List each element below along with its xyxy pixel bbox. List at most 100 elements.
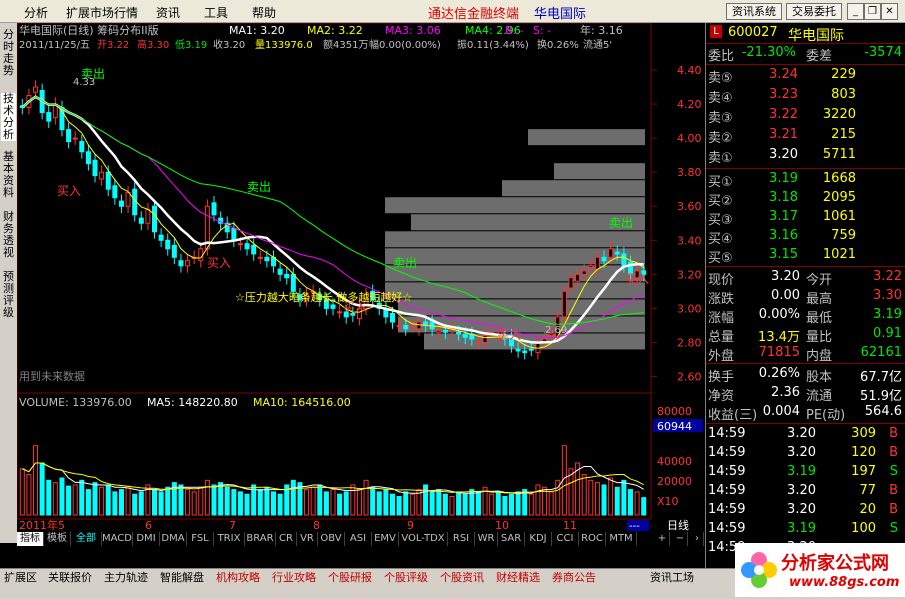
- year-label: 年: 3.16: [580, 23, 623, 37]
- bid-row[interactable]: 买① 3.19 1668: [706, 171, 905, 190]
- status-tab[interactable]: 个股研报: [328, 571, 372, 585]
- volume-bar: [218, 482, 224, 516]
- status-tab[interactable]: 行业攻略: [272, 571, 316, 585]
- stat2-row: 净资 2.36 流通 51.9亿: [706, 385, 905, 404]
- status-tab[interactable]: 个股资讯: [440, 571, 484, 585]
- indicator-tab-cci[interactable]: CCI: [552, 532, 579, 546]
- indicator-tab-kdj[interactable]: KDJ: [525, 532, 552, 546]
- volume-bar: [112, 491, 118, 516]
- volume-bar: [66, 485, 72, 516]
- indicator-tab-模板[interactable]: 模板: [44, 532, 71, 546]
- zoom-out-icon[interactable]: −: [673, 532, 688, 546]
- indicator-tab-brar[interactable]: BRAR: [245, 532, 276, 546]
- stat2-label: PE(动): [806, 408, 846, 423]
- candle-body: [337, 311, 343, 314]
- indicator-tab-dmi[interactable]: DMI: [133, 532, 160, 546]
- bid-row[interactable]: 买⑤ 3.15 1021: [706, 247, 905, 266]
- indicator-tab-rsi[interactable]: RSI: [448, 532, 475, 546]
- status-tab[interactable]: 机构攻略: [216, 571, 260, 585]
- sell-signal-2: 卖出: [247, 180, 271, 194]
- status-tab[interactable]: 资讯工场: [650, 571, 694, 585]
- stat-value: 0.91: [873, 326, 902, 341]
- indicator-tab-obv[interactable]: OBV: [318, 532, 345, 546]
- indicator-tab-指标[interactable]: 指标: [17, 532, 44, 546]
- tick-row: 14:59 3.20 120 B: [706, 445, 905, 463]
- indicator-tab-全部[interactable]: 全部: [71, 532, 102, 546]
- level-icon: L: [710, 25, 722, 38]
- indicator-tab-sar[interactable]: SAR: [498, 532, 525, 546]
- month-label-10: 10: [495, 519, 509, 532]
- indicator-tab-cr[interactable]: CR: [276, 532, 297, 546]
- restore-icon[interactable]: ❐: [864, 3, 881, 20]
- tick-row: 14:59 3.19 100 S: [706, 521, 905, 539]
- candle-body: [105, 171, 111, 190]
- ask-label: 卖④: [708, 91, 733, 106]
- ohlc-turnover: 换0.26%: [537, 38, 579, 51]
- tab-financials[interactable]: 财务透视: [1, 211, 16, 259]
- zoom-in-icon[interactable]: +: [655, 532, 670, 546]
- status-tab[interactable]: 财经精选: [496, 571, 540, 585]
- tick-price: 3.19: [787, 464, 816, 479]
- indicator-tab-asi[interactable]: ASI: [345, 532, 372, 546]
- ma1-label: MA1: 3.20: [229, 24, 285, 37]
- minimize-icon[interactable]: _: [847, 3, 864, 20]
- bid-row[interactable]: 买④ 3.16 759: [706, 228, 905, 247]
- period-label[interactable]: 日线: [667, 518, 689, 532]
- watermark-logo: 分析家公式网 www.88gs.com: [735, 543, 905, 597]
- ask-volume: 5711: [822, 147, 856, 162]
- status-tab[interactable]: 主力轨迹: [104, 571, 148, 585]
- trade-button[interactable]: 交易委托: [786, 3, 842, 20]
- indicator-tab-trix[interactable]: TRIX: [214, 532, 245, 546]
- volume-bar: [237, 491, 243, 516]
- month-label-8: 8: [313, 519, 320, 532]
- volume-bar: [72, 484, 78, 516]
- tab-fundamentals[interactable]: 基本资料: [1, 151, 16, 199]
- status-tab[interactable]: 关联报价: [48, 571, 92, 585]
- ask-row[interactable]: 卖① 3.20 5711: [706, 147, 905, 166]
- tab-intraday[interactable]: 分时走势: [1, 29, 16, 77]
- menu-help[interactable]: 帮助: [252, 4, 276, 21]
- indicator-tab-mtm[interactable]: MTM: [606, 532, 637, 546]
- indicator-tab-macd[interactable]: MACD: [102, 532, 133, 546]
- candle-body: [429, 321, 435, 330]
- menu-tools[interactable]: 工具: [204, 4, 228, 21]
- volume-bar: [442, 493, 448, 516]
- ask-row[interactable]: 卖④ 3.23 803: [706, 87, 905, 106]
- ohlc-float: 流通5': [583, 38, 612, 51]
- ohlc-open: 开3.22: [97, 40, 129, 51]
- indicator-tab-vol-tdx[interactable]: VOL-TDX: [399, 532, 448, 546]
- indicator-tab-dma[interactable]: DMA: [160, 532, 187, 546]
- info-system-button[interactable]: 资讯系统: [726, 3, 782, 20]
- price-axis-label: 4.00: [677, 132, 702, 145]
- ask-row[interactable]: 卖③ 3.22 3220: [706, 107, 905, 126]
- menu-analysis[interactable]: 分析: [24, 4, 48, 21]
- ask-row[interactable]: 卖⑤ 3.24 229: [706, 67, 905, 86]
- close-icon[interactable]: ✕: [881, 3, 898, 20]
- bid-row[interactable]: 买③ 3.17 1061: [706, 209, 905, 228]
- indicator-tab-wr[interactable]: WR: [475, 532, 498, 546]
- bid-row[interactable]: 买② 3.18 2095: [706, 190, 905, 209]
- status-tab[interactable]: 扩展区: [4, 571, 37, 585]
- tick-time: 14:59: [708, 426, 746, 441]
- indicator-tab-fsl[interactable]: FSL: [187, 532, 214, 546]
- indicator-tab-emv[interactable]: EMV: [372, 532, 399, 546]
- kline-chart[interactable]: 华电国际(日线) 筹码分布II版 MA1: 3.20 MA2: 3.22 MA3…: [17, 23, 705, 543]
- candle-body: [99, 171, 105, 180]
- menu-info[interactable]: 资讯: [156, 4, 180, 21]
- scroll-right-icon[interactable]: ›: [691, 532, 704, 546]
- indicator-tab-roc[interactable]: ROC: [579, 532, 606, 546]
- volume-bar: [608, 477, 614, 516]
- price-axis-label: 3.60: [677, 200, 702, 213]
- menu-extended-market[interactable]: 扩展市场行情: [66, 4, 138, 21]
- ask-row[interactable]: 卖② 3.21 215: [706, 127, 905, 146]
- tab-forecast[interactable]: 预测评级: [1, 271, 16, 319]
- tick-volume: 120: [851, 445, 876, 460]
- status-tab[interactable]: 智能解盘: [160, 571, 204, 585]
- indicator-tab-vr[interactable]: VR: [297, 532, 318, 546]
- kline-chart-area[interactable]: 华电国际(日线) 筹码分布II版 MA1: 3.20 MA2: 3.22 MA3…: [17, 23, 705, 543]
- tab-technical[interactable]: 技术分析: [1, 93, 16, 141]
- status-tab[interactable]: 个股评级: [384, 571, 428, 585]
- sep-6: [706, 423, 905, 424]
- status-tab[interactable]: 券商公告: [552, 571, 596, 585]
- volume-bar: [178, 484, 184, 516]
